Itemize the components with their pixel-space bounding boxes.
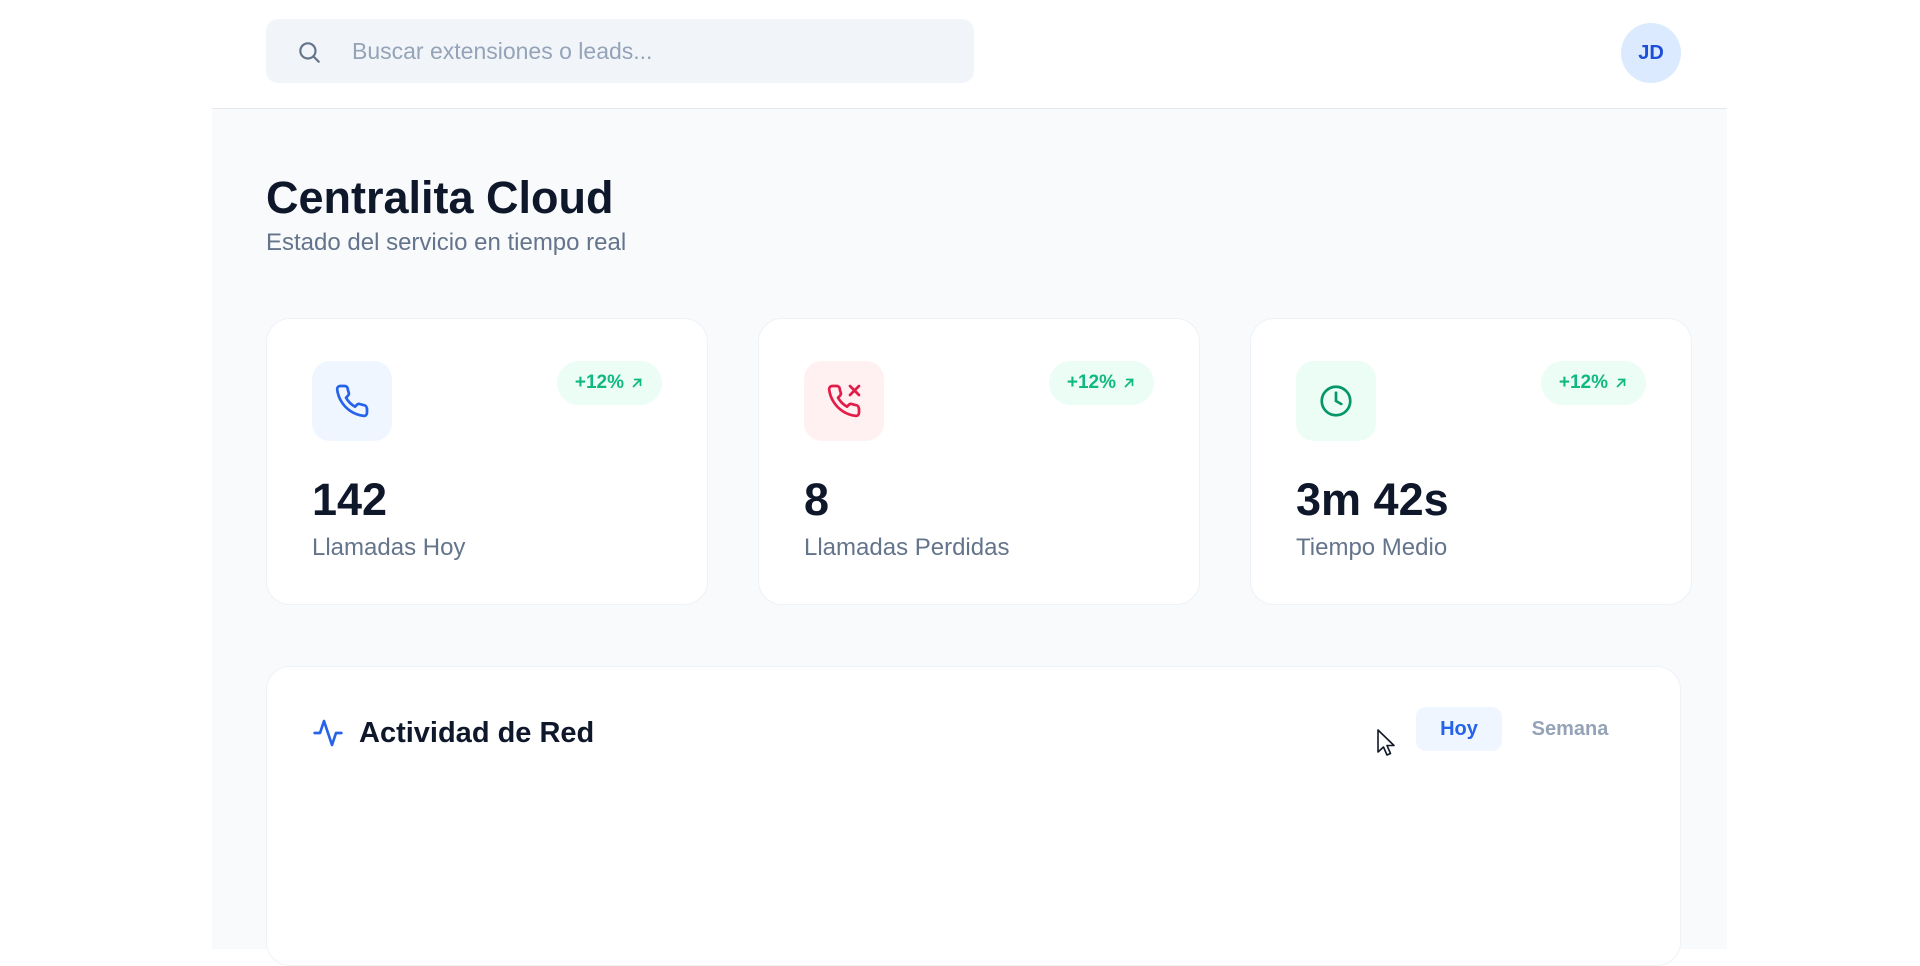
page-subtitle: Estado del servicio en tiempo real — [266, 229, 627, 256]
trend-badge: +12% — [1048, 361, 1154, 405]
activity-icon — [313, 719, 343, 747]
stat-card-calls-today: +12% 142 Llamadas Hoy — [266, 318, 708, 605]
trend-value: +12% — [1558, 372, 1608, 393]
stat-label: Tiempo Medio — [1296, 534, 1448, 561]
search-input[interactable] — [352, 19, 952, 83]
stat-icon-box — [312, 361, 392, 441]
trend-badge: +12% — [556, 361, 662, 405]
top-bar: JD — [212, 0, 1727, 109]
search-bar[interactable] — [266, 19, 974, 83]
trend-value: +12% — [1066, 372, 1116, 393]
network-activity-panel: Actividad de Red Hoy Semana — [266, 666, 1681, 966]
tab-semana[interactable]: Semana — [1512, 707, 1628, 751]
phone-icon — [335, 384, 369, 418]
tab-hoy[interactable]: Hoy — [1416, 707, 1502, 751]
stat-label: Llamadas Hoy — [312, 534, 466, 561]
stat-card-average-time: +12% 3m 42s Tiempo Medio — [1250, 318, 1692, 605]
arrow-up-right-icon — [1616, 378, 1626, 388]
phone-missed-icon — [827, 384, 861, 418]
stat-card-missed-calls: +12% 8 Llamadas Perdidas — [758, 318, 1200, 605]
stat-value: 3m 42s — [1296, 474, 1449, 525]
clock-icon — [1320, 385, 1352, 417]
user-avatar[interactable]: JD — [1621, 23, 1681, 83]
arrow-up-right-icon — [632, 378, 642, 388]
search-icon — [299, 42, 320, 63]
stat-label: Llamadas Perdidas — [804, 534, 1010, 561]
stat-icon-box — [804, 361, 884, 441]
stat-value: 142 — [312, 474, 388, 525]
page-title: Centralita Cloud — [266, 172, 614, 223]
stat-value: 8 — [804, 474, 830, 525]
trend-value: +12% — [574, 372, 624, 393]
mouse-cursor-icon — [1377, 729, 1395, 756]
trend-badge: +12% — [1540, 361, 1646, 405]
panel-title: Actividad de Red — [359, 717, 595, 749]
arrow-up-right-icon — [1124, 378, 1134, 388]
stat-icon-box — [1296, 361, 1376, 441]
main-page: JD Centralita Cloud Estado del servicio … — [212, 0, 1727, 966]
